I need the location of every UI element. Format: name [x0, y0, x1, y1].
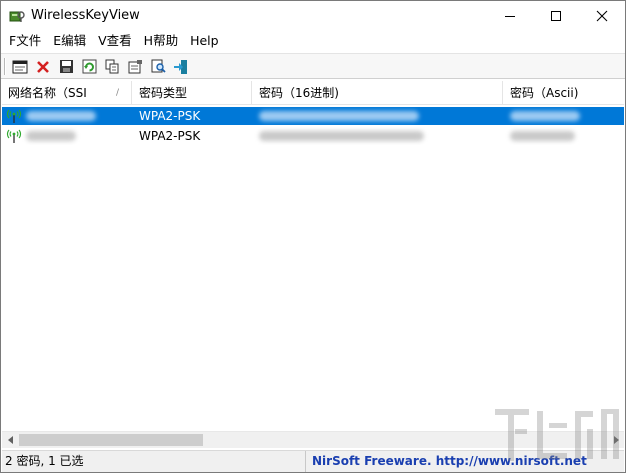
table-row[interactable]: WPA2-PSK: [2, 127, 624, 145]
toolbar: [1, 53, 625, 79]
menu-help-cn[interactable]: H帮助: [138, 31, 184, 51]
exit-door-icon: [174, 59, 187, 74]
properties-button[interactable]: [125, 57, 145, 76]
refresh-icon: [82, 59, 96, 74]
menu-bar: F文件 E编辑 V查看 H帮助 Help: [1, 31, 625, 51]
redacted-value: [26, 111, 96, 121]
maximize-icon: [551, 11, 561, 21]
menu-edit[interactable]: E编辑: [47, 31, 92, 51]
properties-icon: [128, 60, 142, 74]
app-window: WirelessKeyView F文件 E编辑 V查看 H帮助 Help 网络名…: [0, 0, 626, 473]
cell-ssid: [20, 127, 132, 145]
window-title: WirelessKeyView: [31, 8, 140, 23]
close-icon: [596, 10, 608, 22]
cell-hex: [253, 107, 503, 125]
redacted-value: [510, 131, 575, 141]
copy-button[interactable]: [102, 57, 122, 76]
cell-type: WPA2-PSK: [139, 129, 201, 143]
redacted-value: [510, 111, 580, 121]
cell-ssid: [20, 107, 132, 125]
sort-indicator-icon: /: [115, 88, 119, 98]
minimize-button[interactable]: [487, 1, 533, 31]
status-count: 2 密码, 1 已选: [2, 451, 306, 472]
column-header-label: 网络名称（SSI: [8, 86, 87, 100]
cell-ascii: [504, 107, 624, 125]
column-header-ascii[interactable]: 密码（Ascii): [504, 81, 624, 105]
list-header: 网络名称（SSI / 密码类型 密码（16进制) 密码（Ascii): [2, 81, 624, 105]
scroll-left-button[interactable]: [2, 432, 19, 448]
copy-icon: [105, 59, 118, 74]
cell-type: WPA2-PSK: [139, 109, 201, 123]
maximize-button[interactable]: [533, 1, 579, 31]
minimize-icon: [505, 16, 515, 17]
delete-x-icon: [37, 60, 49, 73]
watermark-logo-icon: [495, 409, 619, 461]
cell-hex: [253, 127, 503, 145]
column-header-ssid[interactable]: 网络名称（SSI /: [2, 81, 132, 105]
redacted-value: [259, 131, 424, 141]
find-button[interactable]: [148, 57, 168, 76]
properties-window-icon: [12, 60, 28, 73]
table-row[interactable]: WPA2-PSK: [2, 107, 624, 125]
redacted-value: [259, 111, 419, 121]
app-wifi-key-icon: [9, 11, 25, 22]
find-icon: [151, 59, 166, 73]
refresh-button[interactable]: [79, 57, 99, 76]
scrollbar-thumb[interactable]: [19, 434, 203, 446]
title-bar[interactable]: WirelessKeyView: [1, 1, 625, 31]
exit-button[interactable]: [171, 57, 191, 76]
delete-button[interactable]: [33, 57, 53, 76]
password-list[interactable]: 网络名称（SSI / 密码类型 密码（16进制) 密码（Ascii) WPA2-…: [2, 81, 624, 431]
chevron-left-icon: [7, 436, 13, 444]
menu-view[interactable]: V查看: [92, 31, 138, 51]
toolbar-grip[interactable]: [4, 58, 6, 75]
cell-ascii: [504, 127, 624, 145]
menu-file[interactable]: F文件: [3, 31, 47, 51]
column-header-type[interactable]: 密码类型: [133, 81, 252, 105]
column-header-hex[interactable]: 密码（16进制): [253, 81, 503, 105]
menu-help[interactable]: Help: [184, 31, 225, 51]
properties-window-button[interactable]: [10, 57, 30, 76]
save-disk-icon: [59, 60, 73, 73]
redacted-value: [26, 131, 76, 141]
close-button[interactable]: [579, 1, 625, 31]
save-button[interactable]: [56, 57, 76, 76]
